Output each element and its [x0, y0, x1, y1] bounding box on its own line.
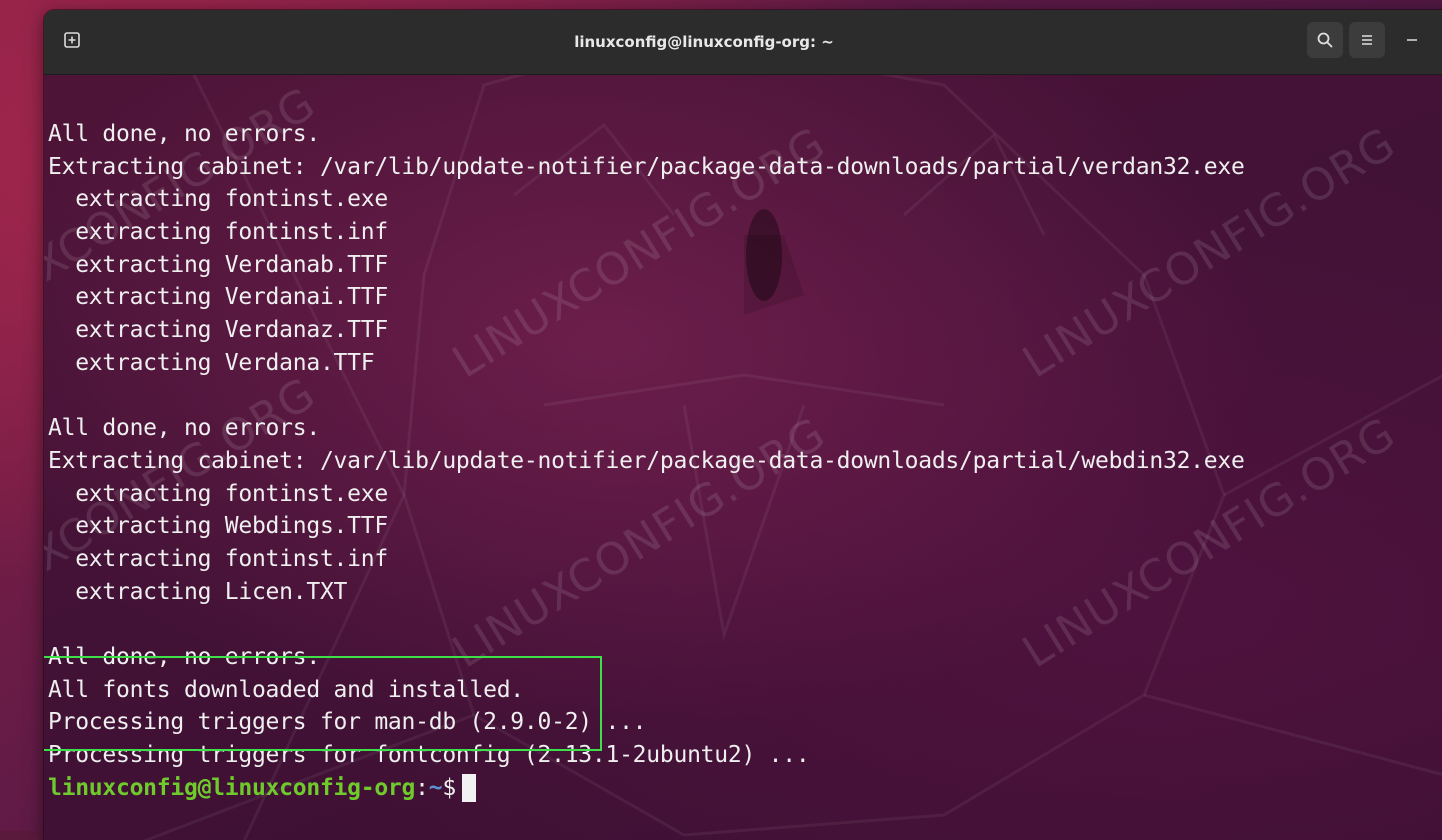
terminal-line: extracting fontinst.inf	[48, 545, 388, 572]
terminal-line: Processing triggers for man-db (2.9.0-2)…	[48, 709, 647, 736]
terminal-line: extracting fontinst.inf	[48, 219, 388, 246]
search-button[interactable]	[1307, 22, 1343, 58]
terminal-window: linuxconfig@linuxconfig-org: ~ LINUXCONF…	[44, 10, 1442, 840]
terminal-line: extracting fontinst.exe	[48, 480, 388, 507]
window-title: linuxconfig@linuxconfig-org: ~	[574, 33, 834, 51]
terminal-line: extracting Verdanaz.TTF	[48, 317, 388, 344]
terminal-line: All done, no errors.	[48, 415, 320, 442]
terminal-line: All done, no errors.	[48, 121, 320, 147]
minimize-button[interactable]	[1391, 22, 1427, 58]
terminal-line: Processing triggers for fontconfig (2.13…	[48, 742, 810, 769]
terminal-line: extracting fontinst.exe	[48, 186, 388, 213]
prompt-symbol: $	[442, 774, 456, 801]
new-tab-button[interactable]	[54, 22, 90, 58]
hamburger-menu-icon	[1362, 35, 1372, 45]
terminal-line: All fonts downloaded and installed.	[48, 676, 524, 703]
shell-prompt[interactable]: linuxconfig@linuxconfig-org: ~ $	[48, 772, 1442, 805]
terminal-line: extracting Verdanai.TTF	[48, 284, 388, 311]
terminal-line: All done, no errors.	[48, 644, 320, 670]
terminal-output: All done, no errors. Extracting cabinet:…	[44, 118, 1442, 805]
terminal-line: extracting Verdana.TTF	[48, 349, 375, 376]
search-icon	[1317, 32, 1333, 48]
prompt-separator: :	[415, 774, 429, 801]
prompt-path: ~	[428, 774, 443, 801]
terminal-view[interactable]: LINUXCONFIG.ORG LINUXCONFIG.ORG LINUXCON…	[44, 75, 1442, 840]
minimize-icon	[1407, 39, 1417, 41]
menu-button[interactable]	[1349, 22, 1385, 58]
terminal-line: Extracting cabinet: /var/lib/update-noti…	[48, 447, 1245, 474]
terminal-line: Extracting cabinet: /var/lib/update-noti…	[48, 153, 1245, 180]
new-tab-icon	[64, 32, 80, 48]
text-cursor	[461, 774, 476, 803]
terminal-line: extracting Verdanab.TTF	[48, 251, 388, 278]
terminal-line: extracting Licen.TXT	[48, 578, 348, 605]
terminal-line: extracting Webdings.TTF	[48, 513, 388, 540]
title-bar[interactable]: linuxconfig@linuxconfig-org: ~	[44, 10, 1442, 75]
prompt-user-host: linuxconfig@linuxconfig-org	[48, 774, 416, 801]
